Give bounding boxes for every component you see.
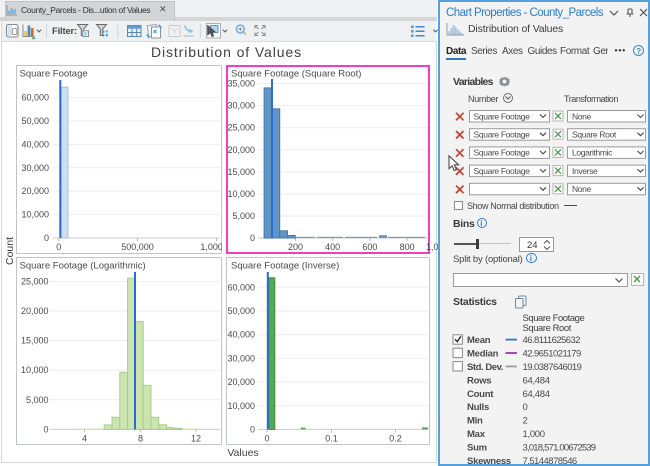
svg-text:Count: Count	[467, 389, 494, 400]
svg-text:Square Footage: Square Footage	[474, 111, 531, 121]
svg-text:1,000,000: 1,000,000	[200, 242, 222, 252]
svg-text:None: None	[572, 184, 592, 194]
svg-text:40,000: 40,000	[21, 139, 49, 149]
svg-text:50,000: 50,000	[227, 306, 255, 316]
svg-text:0.2: 0.2	[389, 434, 402, 444]
svg-text:10,000: 10,000	[227, 401, 255, 411]
svg-text:2: 2	[523, 416, 528, 427]
svg-text:60,000: 60,000	[227, 282, 255, 292]
svg-text:64,484: 64,484	[523, 389, 550, 400]
svg-text:25,000: 25,000	[227, 123, 255, 133]
svg-text:200: 200	[288, 242, 303, 252]
svg-text:0: 0	[523, 402, 528, 413]
svg-text:15,000: 15,000	[21, 336, 49, 346]
svg-text:800: 800	[400, 242, 415, 252]
svg-text:30,000: 30,000	[227, 353, 255, 363]
svg-text:12: 12	[191, 434, 201, 444]
svg-text:Square Footage: Square Footage	[474, 130, 531, 140]
svg-text:10,000: 10,000	[21, 210, 49, 220]
svg-text:19.0387646019: 19.0387646019	[523, 362, 582, 373]
svg-text:5,000: 5,000	[232, 211, 255, 221]
svg-text:Nulls: Nulls	[467, 402, 489, 413]
svg-text:600: 600	[362, 242, 377, 252]
svg-text:20,000: 20,000	[21, 306, 49, 316]
svg-text:46.8111625632: 46.8111625632	[523, 335, 581, 346]
svg-text:10,000: 10,000	[227, 189, 255, 199]
svg-text:Inverse: Inverse	[572, 166, 598, 176]
svg-text:Rows: Rows	[467, 375, 491, 386]
svg-text:10,000: 10,000	[21, 365, 49, 375]
svg-text:400: 400	[325, 242, 340, 252]
svg-text:30,000: 30,000	[21, 163, 49, 173]
svg-text:Square Footage: Square Footage	[474, 166, 531, 176]
svg-text:4: 4	[82, 434, 87, 444]
svg-text:Square Footage (Square Root): Square Footage (Square Root)	[231, 69, 361, 80]
svg-text:Logarithmic: Logarithmic	[572, 148, 613, 158]
svg-text:20,000: 20,000	[227, 377, 255, 387]
svg-text:Min: Min	[467, 416, 483, 427]
svg-text:Filter:: Filter:	[52, 26, 77, 37]
svg-text:8: 8	[138, 434, 143, 444]
svg-text:Median: Median	[467, 349, 499, 360]
svg-text:60,000: 60,000	[21, 93, 49, 103]
svg-text:500,000: 500,000	[121, 242, 154, 252]
svg-text:64,484: 64,484	[523, 375, 550, 386]
svg-text:0: 0	[250, 424, 255, 434]
svg-text:Mean: Mean	[467, 335, 491, 346]
svg-text:1,000: 1,000	[523, 429, 545, 440]
svg-text:25,000: 25,000	[21, 276, 49, 286]
svg-text:0: 0	[250, 233, 255, 243]
svg-text:35,000: 35,000	[227, 79, 255, 89]
svg-text:0: 0	[44, 233, 49, 243]
svg-text:Square Root: Square Root	[572, 130, 617, 140]
svg-text:Sum: Sum	[467, 442, 487, 453]
svg-text:5,000: 5,000	[26, 395, 49, 405]
svg-text:20,000: 20,000	[21, 186, 49, 196]
svg-text:3,018,571.00672539: 3,018,571.00672539	[523, 442, 596, 453]
svg-text:None: None	[572, 111, 592, 121]
svg-text:Max: Max	[467, 429, 486, 440]
svg-text:Square Footage: Square Footage	[474, 148, 531, 158]
svg-text:42.9651021179: 42.9651021179	[523, 349, 581, 360]
svg-text:0: 0	[264, 434, 269, 444]
svg-text:Skewness: Skewness	[467, 456, 511, 466]
svg-text:0: 0	[56, 242, 61, 252]
svg-text:0.1: 0.1	[325, 434, 338, 444]
svg-text:Square Footage (Logarithmic): Square Footage (Logarithmic)	[20, 261, 146, 272]
svg-text:50,000: 50,000	[21, 116, 49, 126]
svg-text:Square Footage (Inverse): Square Footage (Inverse)	[231, 261, 339, 272]
svg-text:Square Footage: Square Footage	[20, 69, 88, 80]
svg-text:7.5144878546: 7.5144878546	[523, 456, 577, 466]
svg-text:Std. Dev.: Std. Dev.	[467, 362, 503, 373]
svg-text:15,000: 15,000	[227, 167, 255, 177]
svg-text:40,000: 40,000	[227, 330, 255, 340]
svg-text:20,000: 20,000	[227, 145, 255, 155]
svg-text:30,000: 30,000	[227, 101, 255, 111]
svg-text:0: 0	[43, 424, 48, 434]
